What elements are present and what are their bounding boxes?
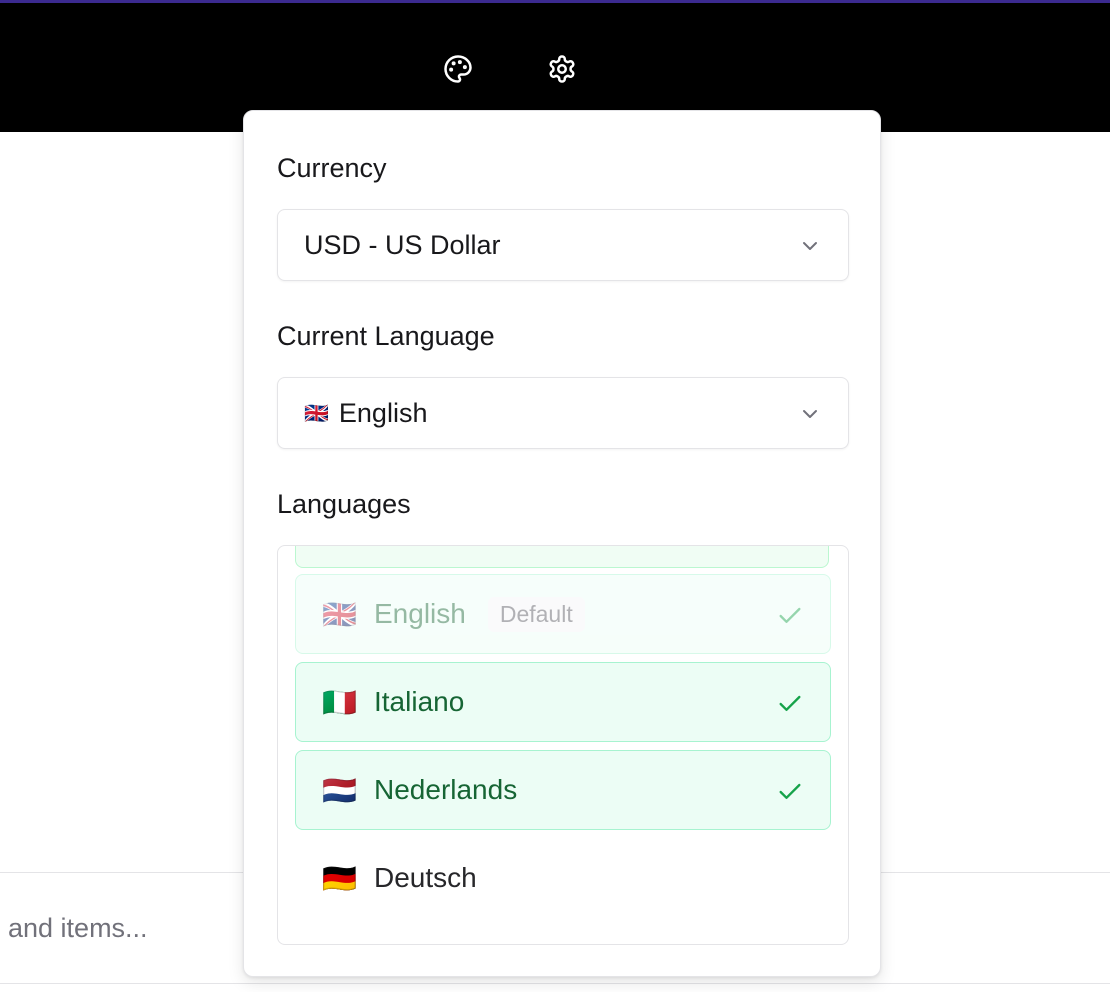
language-name: Nederlands	[374, 774, 518, 805]
language-item-nederlands[interactable]: 🇳🇱 Nederlands	[295, 750, 831, 830]
settings-popover: Currency USD - US Dollar Current Languag…	[243, 110, 881, 977]
default-badge: Default	[487, 596, 585, 632]
uk-flag-icon: 🇬🇧	[322, 598, 357, 630]
palette-icon[interactable]	[442, 53, 474, 85]
italy-flag-icon: 🇮🇹	[322, 686, 357, 718]
language-item-deutsch[interactable]: 🇩🇪 Deutsch	[295, 838, 831, 918]
current-language-label: Current Language	[277, 321, 495, 351]
languages-label: Languages	[277, 489, 411, 519]
currency-value: USD - US Dollar	[304, 229, 501, 260]
currency-label: Currency	[277, 153, 387, 183]
check-icon	[779, 783, 801, 799]
currency-select[interactable]: USD - US Dollar	[277, 209, 849, 281]
germany-flag-icon: 🇩🇪	[322, 862, 357, 894]
uk-flag-icon: 🇬🇧	[304, 402, 329, 425]
check-icon	[779, 695, 801, 711]
gear-icon[interactable]	[546, 53, 578, 85]
current-language-select[interactable]: 🇬🇧 English	[277, 377, 849, 449]
languages-list[interactable]: 🇬🇧 English Default 🇮🇹 Italiano 🇳🇱 Nederl…	[277, 545, 849, 945]
language-name: Italiano	[374, 686, 465, 717]
language-name: Deutsch	[374, 862, 477, 893]
language-item-italiano[interactable]: 🇮🇹 Italiano	[295, 662, 831, 742]
language-name: English	[374, 598, 466, 629]
chevron-down-icon	[803, 410, 817, 418]
language-item-english[interactable]: 🇬🇧 English Default	[295, 574, 831, 654]
list-item-partial	[295, 546, 829, 568]
netherlands-flag-icon: 🇳🇱	[322, 774, 357, 806]
chevron-down-icon	[803, 242, 817, 250]
check-icon	[779, 607, 801, 623]
current-language-value: English	[338, 397, 428, 428]
